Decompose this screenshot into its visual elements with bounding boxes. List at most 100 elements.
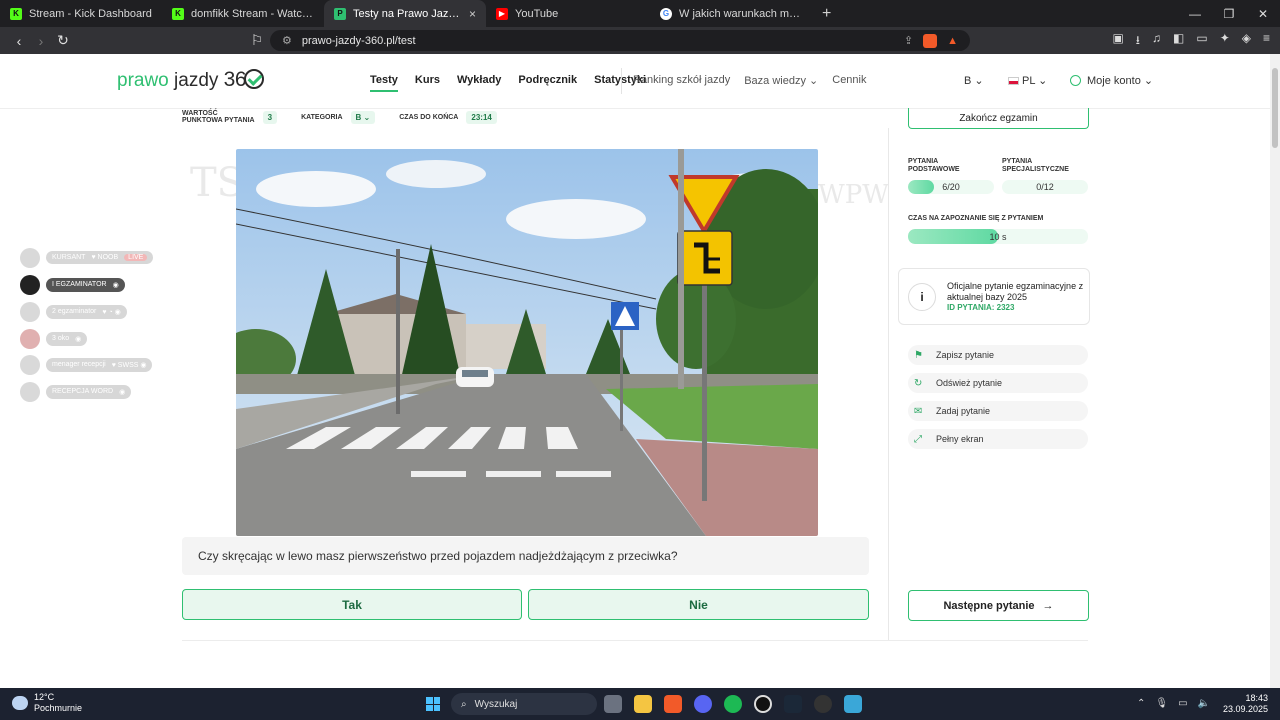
taskbar-clock[interactable]: 18:43 23.09.2025: [1223, 693, 1268, 715]
nav-testy[interactable]: Testy: [370, 74, 398, 92]
new-tab-button[interactable]: +: [812, 0, 841, 27]
category-label: KATEGORIA: [301, 113, 343, 121]
sidebar-icon[interactable]: ◧: [1173, 31, 1184, 52]
chevron-up-icon[interactable]: ⌃: [1137, 698, 1145, 709]
nav-baza-wiedzy[interactable]: Baza wiedzy ⌄: [744, 74, 818, 87]
browser-toolbar: ‹ › ↻ ⚐ ⚙ prawo-jazdy-360.pl/test ⇪ ▲ ▣ …: [0, 27, 1280, 54]
back-icon[interactable]: ‹: [8, 33, 30, 49]
media-icon[interactable]: ♫: [1152, 31, 1161, 52]
question-image: [236, 149, 818, 536]
site-info-icon[interactable]: ⚙: [282, 34, 292, 47]
end-exam-button[interactable]: Zakończ egzamin: [908, 108, 1089, 129]
overlay-viewer-1: I EGZAMINATOR ◉: [20, 274, 125, 295]
live-badge: LIVE: [124, 254, 148, 261]
leo-icon[interactable]: ✦: [1220, 31, 1230, 52]
cloud-icon: [12, 696, 28, 710]
weather-widget[interactable]: 12°C Pochmurnie: [12, 692, 82, 714]
avatar: [20, 354, 40, 375]
overlay-viewer-4: menager recepcji ♥ SWSS ◉: [20, 354, 153, 375]
brave-shields-icon[interactable]: [923, 33, 938, 48]
time-remaining: 23:14: [466, 110, 497, 124]
logo-check-icon: [244, 69, 265, 89]
account-menu[interactable]: Moje konto ⌄: [1070, 74, 1153, 87]
browser-tab-4[interactable]: G W jakich warunkach masz prawo wł: [650, 0, 812, 27]
nav-kurs[interactable]: Kurs: [415, 74, 440, 92]
avatar: [20, 247, 40, 268]
youtube-icon: ▶: [496, 7, 508, 20]
road-scene-illustration: [236, 149, 818, 536]
save-question-button[interactable]: ⚑ Zapisz pytanie: [908, 345, 1088, 365]
windows-start-icon[interactable]: [426, 697, 440, 711]
maximize-icon[interactable]: ❐: [1212, 0, 1246, 27]
chat-icon: ✉: [914, 405, 923, 417]
close-tab-icon[interactable]: ×: [469, 7, 476, 21]
menu-icon[interactable]: ≡: [1263, 31, 1270, 52]
forward-icon[interactable]: ›: [30, 33, 52, 49]
reload-icon[interactable]: ↻: [52, 32, 74, 49]
browser-tabstrip: K Stream - Kick Dashboard K domfikk Stre…: [0, 0, 1280, 27]
special-questions-progress: 0/12: [1002, 180, 1088, 194]
ask-question-button[interactable]: ✉ Zadaj pytanie: [908, 401, 1088, 421]
refresh-question-button[interactable]: ↻ Odśwież pytanie: [908, 373, 1088, 393]
basic-questions-title: PYTANIA PODSTAWOWE: [908, 158, 960, 173]
file-explorer-icon[interactable]: [634, 695, 652, 713]
site-header: prawo jazdy 36 Testy Kurs Wykłady Podręc…: [0, 54, 1270, 109]
browser-tab-3[interactable]: ▶ YouTube: [486, 0, 648, 27]
site-logo[interactable]: prawo jazdy 36: [117, 68, 265, 92]
scrollbar-thumb[interactable]: [1272, 68, 1278, 148]
special-questions-title: PYTANIA SPECJALISTYCZNE: [1002, 158, 1069, 173]
official-question-info: i Oficjalne pytanie egzaminacyjne z aktu…: [898, 268, 1090, 325]
content-divider: [182, 640, 1088, 641]
category-select[interactable]: B ⌄: [964, 74, 984, 87]
basic-progress-fill: [908, 180, 934, 194]
tab-title: W jakich warunkach masz prawo wł: [679, 7, 802, 20]
browser-tab-0[interactable]: K Stream - Kick Dashboard: [0, 0, 162, 27]
minimize-icon[interactable]: —: [1178, 0, 1212, 27]
answer-no-button[interactable]: Nie: [528, 589, 869, 620]
bookmark-icon: ⚑: [914, 349, 923, 361]
share-icon[interactable]: ⇪: [904, 34, 913, 47]
browser-tab-1[interactable]: K domfikk Stream - Watch Live on Kick: [162, 0, 324, 27]
app-icon[interactable]: [814, 695, 832, 713]
nav-podrecznik[interactable]: Podręcznik: [518, 74, 577, 92]
page-scrollbar[interactable]: [1270, 54, 1280, 688]
obs-icon[interactable]: [754, 695, 772, 713]
bookmark-page-icon[interactable]: ⚐: [246, 32, 268, 49]
microphone-icon[interactable]: 🎙: [1155, 698, 1168, 709]
close-window-icon[interactable]: ✕: [1246, 0, 1280, 27]
steam-icon[interactable]: [784, 695, 802, 713]
fullscreen-button[interactable]: ⤢ Pełny ekran: [908, 429, 1088, 449]
category-value[interactable]: B ⌄: [350, 110, 376, 124]
brave-browser-icon[interactable]: [664, 695, 682, 713]
taskbar-search[interactable]: ⌕ Wyszukaj: [451, 693, 597, 715]
question-id: ID PYTANIA: 2323: [947, 303, 1015, 312]
points-value: 3: [262, 110, 278, 124]
nav-cennik[interactable]: Cennik: [832, 74, 866, 87]
download-icon[interactable]: ⭳: [1136, 31, 1140, 52]
task-view-icon[interactable]: [604, 695, 622, 713]
language-select[interactable]: PL ⌄: [1008, 74, 1047, 87]
volume-icon[interactable]: 🔈: [1198, 698, 1210, 709]
browser-tab-2[interactable]: P Testy na Prawo Jazdy 2025 - Dar ×: [324, 0, 486, 27]
spotify-icon[interactable]: [724, 695, 742, 713]
exam-info-bar: WARTOŚĆ PUNKTOWA PYTANIA 3 KATEGORIA B ⌄…: [182, 110, 497, 124]
refresh-icon: ↻: [914, 377, 923, 389]
wallet-icon[interactable]: ▭: [1196, 31, 1207, 52]
tab-title: Stream - Kick Dashboard: [29, 7, 152, 20]
vpn-icon[interactable]: ◈: [1242, 31, 1251, 52]
tab-search-icon[interactable]: ▣: [1112, 31, 1123, 52]
answer-yes-button[interactable]: Tak: [182, 589, 522, 620]
nav-divider: [621, 68, 622, 94]
tab-title: Testy na Prawo Jazdy 2025 - Dar: [353, 7, 462, 20]
display-icon[interactable]: ▭: [1178, 698, 1187, 709]
nav-wyklady[interactable]: Wykłady: [457, 74, 501, 92]
brave-rewards-icon[interactable]: ▲: [947, 35, 958, 47]
kick-icon: K: [172, 7, 184, 20]
next-question-button[interactable]: Następne pytanie →: [908, 590, 1089, 621]
nav-ranking[interactable]: Ranking szkół jazdy: [633, 74, 730, 87]
remote-desktop-icon[interactable]: [844, 695, 862, 713]
discord-icon[interactable]: [694, 695, 712, 713]
address-bar[interactable]: ⚙ prawo-jazdy-360.pl/test ⇪ ▲: [270, 30, 970, 51]
main-nav: Testy Kurs Wykłady Podręcznik Statystyki: [370, 74, 646, 92]
poland-flag-icon: [1008, 77, 1019, 85]
